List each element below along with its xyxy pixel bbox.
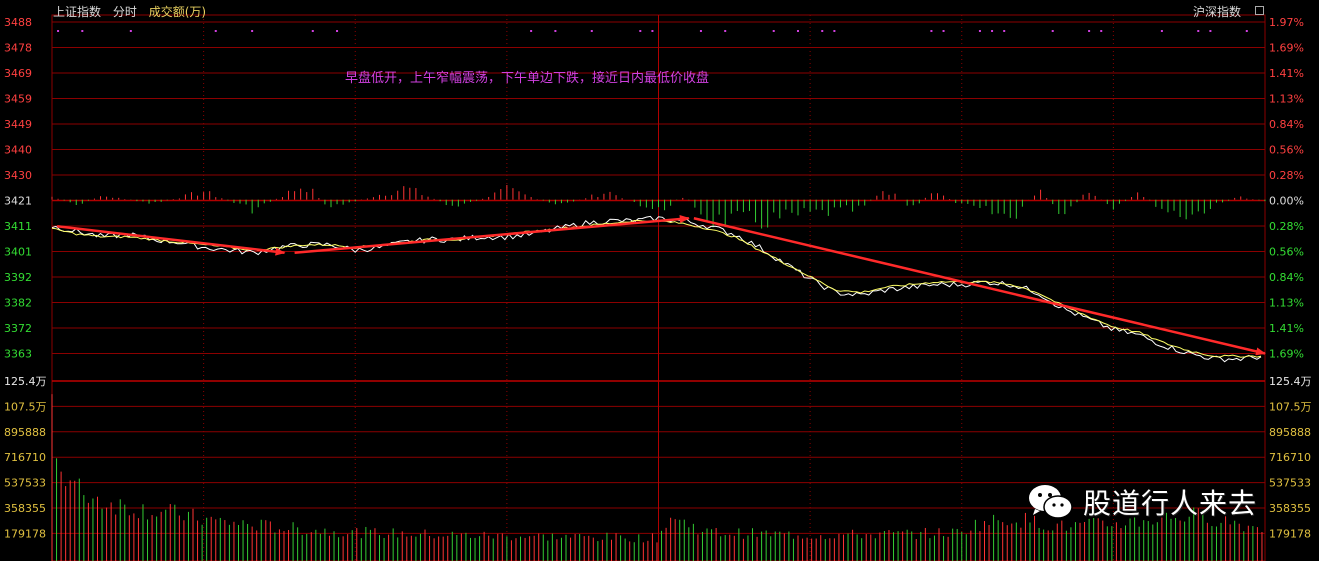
event-marker <box>336 30 339 32</box>
price-lines <box>51 215 1262 363</box>
event-marker <box>991 30 994 32</box>
volume-tick-label: 125.4万 <box>4 375 47 388</box>
event-marker <box>214 30 217 32</box>
event-marker <box>699 30 702 32</box>
event-marker <box>772 30 775 32</box>
price-tick-label: 3382 <box>4 297 32 310</box>
event-marker <box>590 30 593 32</box>
trend-arrow <box>693 217 1266 356</box>
price-tick-label: 3372 <box>4 322 32 335</box>
event-marker <box>1160 30 1163 32</box>
price-tick-label: 3363 <box>4 348 32 361</box>
mode-label[interactable]: 分时 <box>113 5 137 19</box>
event-marker <box>796 30 799 32</box>
volume-tick-label: 179178 <box>4 527 46 540</box>
event-marker <box>1088 30 1091 32</box>
chart-root: 3488 1.97% 3478 1.69% 3469 1.41% 3459 1.13% 3449… <box>0 0 1319 561</box>
pct-tick-label: 1.97% <box>1269 16 1304 29</box>
volume-tick-label-right: 537533 <box>1269 477 1311 490</box>
pct-tick-label: 0.00% <box>1269 195 1304 208</box>
event-marker <box>251 30 254 32</box>
price-tick-label: 3430 <box>4 169 32 182</box>
price-tick-label: 3449 <box>4 118 32 131</box>
price-tick-label: 3478 <box>4 42 32 55</box>
event-markers <box>57 30 1248 32</box>
wechat-icon <box>1029 485 1073 519</box>
window-toggle-icon[interactable] <box>1255 6 1264 15</box>
event-marker <box>530 30 533 32</box>
event-marker <box>1209 30 1212 32</box>
price-tick-label: 3459 <box>4 93 32 106</box>
price-tick-label: 3469 <box>4 67 32 80</box>
price-tick-label: 3488 <box>4 16 32 29</box>
event-marker <box>942 30 945 32</box>
index-title[interactable]: 上证指数 <box>53 5 101 19</box>
watermark: 股道行人来去 <box>1027 478 1257 526</box>
event-marker <box>311 30 314 32</box>
event-marker <box>554 30 557 32</box>
event-marker <box>833 30 836 32</box>
event-marker <box>978 30 981 32</box>
volume-tick-label-right: 107.5万 <box>1269 400 1312 413</box>
event-marker <box>81 30 84 32</box>
pct-tick-label: 0.28% <box>1269 220 1304 233</box>
volume-tick-label-right: 716710 <box>1269 451 1311 464</box>
volume-label: 成交额(万) <box>148 5 207 19</box>
volume-tick-label: 358355 <box>4 502 46 515</box>
event-marker <box>1197 30 1200 32</box>
average-price-line <box>51 219 1262 358</box>
trend-arrows <box>56 215 1266 356</box>
pct-tick-label: 0.28% <box>1269 169 1304 182</box>
market-label[interactable]: 沪深指数 <box>1193 3 1241 20</box>
volume-tick-label: 537533 <box>4 477 46 490</box>
event-marker <box>1051 30 1054 32</box>
event-marker <box>639 30 642 32</box>
pct-tick-label: 0.84% <box>1269 118 1304 131</box>
volume-tick-label: 716710 <box>4 451 46 464</box>
price-tick-label: 3392 <box>4 271 32 284</box>
price-tick-label: 3440 <box>4 144 32 157</box>
event-marker <box>1100 30 1103 32</box>
volume-tick-label-right: 358355 <box>1269 502 1311 515</box>
pct-tick-label: 1.13% <box>1269 93 1304 106</box>
volume-tick-label: 107.5万 <box>4 400 47 413</box>
chart-header: 上证指数 分时 成交额(万) <box>53 3 214 20</box>
price-tick-label: 3421 <box>4 195 32 208</box>
pct-tick-label: 1.41% <box>1269 67 1304 80</box>
pct-tick-label: 0.56% <box>1269 246 1304 259</box>
volume-tick-label-right: 125.4万 <box>1269 375 1312 388</box>
pct-tick-label: 1.69% <box>1269 348 1304 361</box>
event-marker <box>1003 30 1006 32</box>
volume-tick-label: 895888 <box>4 426 46 439</box>
chart-annotation: 早盘低开，上午窄幅震荡，下午单边下跌，接近日内最低价收盘 <box>345 71 710 86</box>
volume-tick-label-right: 179178 <box>1269 527 1311 540</box>
event-marker <box>57 30 60 32</box>
pct-tick-label: 0.84% <box>1269 271 1304 284</box>
watermark-text: 股道行人来去 <box>1083 487 1258 520</box>
trend-arrow <box>294 215 690 254</box>
price-tick-label: 3411 <box>4 220 32 233</box>
volume-tick-label-right: 895888 <box>1269 426 1311 439</box>
event-marker <box>930 30 933 32</box>
price-tick-label: 3401 <box>4 246 32 259</box>
event-marker <box>821 30 824 32</box>
axis-ticks: 3488 1.97% 3478 1.69% 3469 1.41% 3459 1.13% 3449… <box>4 16 1312 540</box>
event-marker <box>1245 30 1248 32</box>
event-marker <box>129 30 132 32</box>
event-marker <box>651 30 654 32</box>
price-line <box>51 215 1262 363</box>
pct-tick-label: 1.41% <box>1269 322 1304 335</box>
pct-tick-label: 1.13% <box>1269 297 1304 310</box>
pct-tick-label: 0.56% <box>1269 144 1304 157</box>
pct-tick-label: 1.69% <box>1269 42 1304 55</box>
event-marker <box>724 30 727 32</box>
trend-arrow <box>56 224 286 256</box>
